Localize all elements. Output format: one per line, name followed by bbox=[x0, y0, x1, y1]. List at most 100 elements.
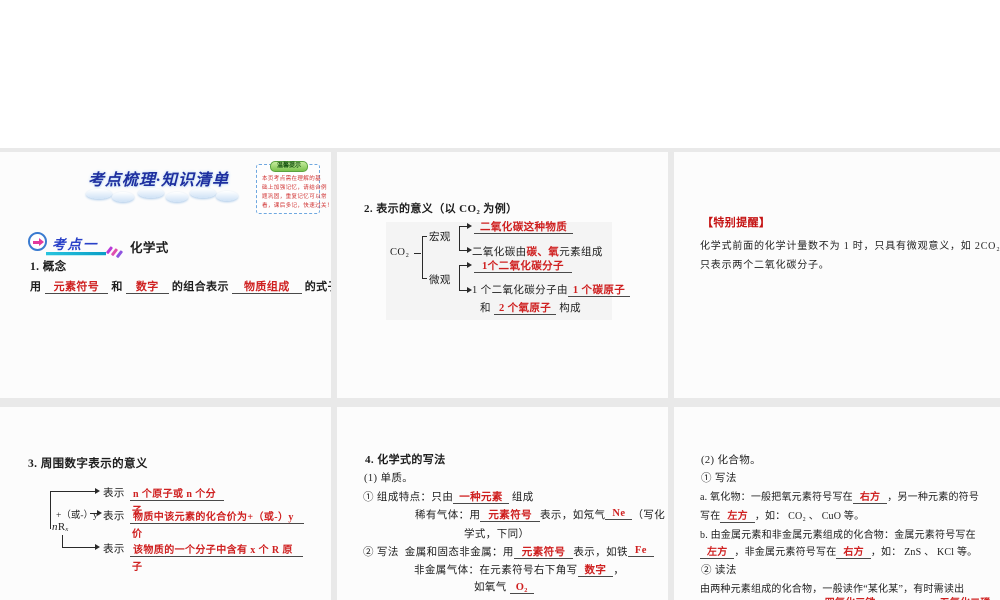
symbol-x-subscript: ₓ bbox=[65, 521, 70, 533]
s2-root-formula: CO₂ bbox=[390, 247, 410, 258]
text: ，非金属元素符号写在 bbox=[734, 547, 837, 558]
blank-fill: 数字 bbox=[125, 281, 169, 294]
topic-marker-label: 考点一 bbox=[52, 237, 99, 252]
text: 1 个二氧化碳分子由 bbox=[472, 285, 568, 296]
branch-arrow bbox=[459, 287, 472, 293]
text: 表示，如铁 bbox=[573, 547, 628, 558]
s6-line-a1: a. 氧化物：一般把氧元素符号写在 右方 ，另一种元素的符号 bbox=[700, 488, 979, 504]
s5-line-1: ① 组成特点：只由 一种元素 组成 bbox=[363, 489, 534, 504]
text: ① 组成特点：只由 bbox=[363, 492, 454, 503]
s4-branch1-l1: n 个原子或 n 个分 bbox=[130, 485, 225, 501]
blank-fill: 右方 bbox=[836, 547, 871, 559]
text: 表示，如氖气 bbox=[540, 510, 606, 521]
blank-fill: 物质组成 bbox=[232, 281, 302, 294]
s5-line-3: 学式，下同） bbox=[464, 529, 530, 540]
teal-underline bbox=[46, 252, 106, 255]
s4-label-3: 表示 bbox=[103, 544, 125, 555]
blank-fill: Ne bbox=[605, 508, 633, 520]
text: 用 bbox=[30, 281, 42, 293]
text: 组成 bbox=[511, 492, 534, 503]
blank-fill: 二氧化碳这种物质 bbox=[474, 222, 574, 234]
blank-fill: 左方 bbox=[700, 547, 735, 559]
blank-fill: 数字 bbox=[577, 565, 614, 577]
blank-fill: 1 个碳原子 bbox=[567, 285, 631, 297]
text: 写在 bbox=[700, 511, 721, 522]
tip-box-line: 看，课后多记，快速过关！ bbox=[262, 203, 331, 209]
s5-line-5: 非金属气体：在元素符号右下角写 数字， bbox=[414, 562, 624, 577]
blank-fill: 元素符号 bbox=[513, 547, 574, 559]
s3-heading: 【特别提醒】 bbox=[702, 217, 771, 229]
text: ② 写法 bbox=[363, 547, 399, 558]
branch-arrow bbox=[62, 544, 100, 550]
slide-thumbnail-5[interactable]: 4. 化学式的写法 (1) 单质。 ① 组成特点：只由 一种元素 组成 稀有气体：… bbox=[337, 407, 668, 600]
s2-branch-micro-1: 1个二氧化碳分子 bbox=[474, 258, 572, 273]
s5-line-6: 如氧气 O₂ bbox=[474, 579, 534, 594]
s4-branch2-l2: 价 bbox=[132, 529, 143, 540]
text: 如氧气 bbox=[474, 582, 507, 593]
topic-label: 化学式 bbox=[130, 241, 169, 255]
branch-arrow bbox=[459, 262, 472, 268]
s6-subheading: (2) 化合物。 bbox=[701, 455, 762, 466]
s3-line-2: 只表示两个二氧化碳分子。 bbox=[700, 260, 830, 271]
s4-label-1: 表示 bbox=[103, 488, 125, 499]
s6-line-b1: b. 由金属元素和非金属元素组成的化合物：金属元素符号写在 bbox=[700, 530, 976, 541]
text: ，如： CO₂ 、 CuO 等。 bbox=[754, 511, 865, 522]
s2-heading: 2. 表示的意义（以 CO₂ 为例） bbox=[364, 203, 518, 215]
symbol-R: R bbox=[57, 521, 66, 533]
branch-arrow bbox=[50, 488, 100, 494]
topic-marker-icon bbox=[28, 232, 47, 251]
blank-fill: O₂ bbox=[509, 582, 534, 594]
blank-fill: 1个二氧化碳分子 bbox=[474, 261, 572, 273]
blank-fill: 元素符号 bbox=[480, 510, 541, 522]
blank-fill: Fe bbox=[627, 545, 654, 557]
s6-line-b2: 左方 ，非金属元素符号写在 右方 ，如： ZnS 、 KCl 等。 bbox=[700, 543, 978, 559]
text: 构成 bbox=[559, 303, 582, 314]
s2-branch-micro-2a: 1 个二氧化碳分子由 1 个碳原子 bbox=[472, 282, 631, 297]
slide-thumbnail-1[interactable]: 考点梳理·知识清单 温馨提示 本页考点需在理解的基 础上加强记忆，请结合例 题巩… bbox=[0, 152, 331, 398]
text: 元素组成 bbox=[559, 247, 603, 258]
text: 的式子。 bbox=[304, 281, 331, 293]
text: 二氧化碳由 bbox=[472, 247, 527, 258]
s6-heading-read: ② 读法 bbox=[701, 565, 737, 576]
text: 的组合表示 bbox=[171, 281, 229, 293]
blank-fill: 物质中该元素的化合价为+（或-）y bbox=[130, 512, 304, 524]
s2-macro-label: 宏观 bbox=[429, 232, 451, 243]
tip-box-line: 题巩固，重复记忆可以常 bbox=[262, 194, 327, 200]
s4-heading: 3. 周围数字表示的意义 bbox=[28, 458, 148, 470]
s5-line-4: ② 写法 金属和固态非金属：用 元素符号 表示，如铁 Fe bbox=[363, 544, 654, 559]
s4-label-2: 表示 bbox=[103, 511, 125, 522]
s4-formula-nRx: nRₓ bbox=[52, 521, 69, 533]
s2-branch-macro-1: 二氧化碳这种物质 bbox=[474, 219, 574, 234]
s5-line-2: 稀有气体：用 元素符号 表示，如氖气 Ne （写化 bbox=[415, 507, 665, 522]
slide-thumbnail-3[interactable]: 【特别提醒】 化学式前面的化学计量数不为 1 时，只具有微观意义，如 2CO₂ … bbox=[674, 152, 1000, 398]
s1-concept-line: 用 元素符号 和 数字 的组合表示 物质组成 的式子。 bbox=[30, 278, 331, 294]
text: 稀有气体：用 bbox=[415, 510, 481, 521]
slide-thumbnail-6[interactable]: (2) 化合物。 ① 写法 a. 氧化物：一般把氧元素符号写在 右方 ，另一种元素的… bbox=[674, 407, 1000, 600]
text: 金属和固态非金属：用 bbox=[404, 547, 514, 558]
text: （写化 bbox=[632, 510, 666, 521]
s4-branch3-l1: 该物质的一个分子中含有 x 个 R 原 bbox=[130, 541, 303, 557]
tip-box-header: 温馨提示 bbox=[270, 161, 308, 172]
slide-thumbnail-4[interactable]: 3. 周围数字表示的意义 +（或-）y nRₓ 表示 n 个原子或 n 个分 子… bbox=[0, 407, 331, 600]
text: 和 bbox=[111, 281, 123, 293]
slide-thumbnail-2[interactable]: 2. 表示的意义（以 CO₂ 为例） CO₂ 宏观 微观 二氧化碳这种物质 二氧… bbox=[337, 152, 668, 398]
text: ，如： ZnS 、 KCl 等。 bbox=[870, 547, 978, 558]
s2-micro-label: 微观 bbox=[429, 275, 451, 286]
s4-valence-superscript: +（或-）y bbox=[56, 511, 98, 521]
blank-fill: 右方 bbox=[852, 492, 888, 504]
blank-fill: 该物质的一个分子中含有 x 个 R 原 bbox=[130, 545, 303, 557]
s5-subheading: (1) 单质。 bbox=[364, 473, 414, 484]
s4-branch3-l2: 子 bbox=[132, 562, 143, 573]
s5-heading: 4. 化学式的写法 bbox=[365, 454, 446, 466]
tip-box-line: 础上加强记忆，请结合例 bbox=[262, 185, 327, 191]
s6-line-a2: 写在 左方 ，如： CO₂ 、 CuO 等。 bbox=[700, 507, 865, 523]
s3-line-1: 化学式前面的化学计量数不为 1 时，只具有微观意义，如 2CO₂ bbox=[700, 241, 1000, 252]
tip-box-line: 本页考点需在理解的基 bbox=[262, 176, 322, 182]
text: a. 氧化物：一般把氧元素符号写在 bbox=[700, 492, 853, 503]
text: 非金属气体：在元素符号右下角写 bbox=[414, 565, 578, 576]
text: 和 bbox=[480, 303, 491, 314]
branch-arrow bbox=[459, 247, 472, 253]
blank-fill: n 个原子或 n 个分 bbox=[130, 489, 225, 501]
text: ， bbox=[613, 565, 625, 576]
blank-fill: 元素符号 bbox=[44, 281, 109, 294]
